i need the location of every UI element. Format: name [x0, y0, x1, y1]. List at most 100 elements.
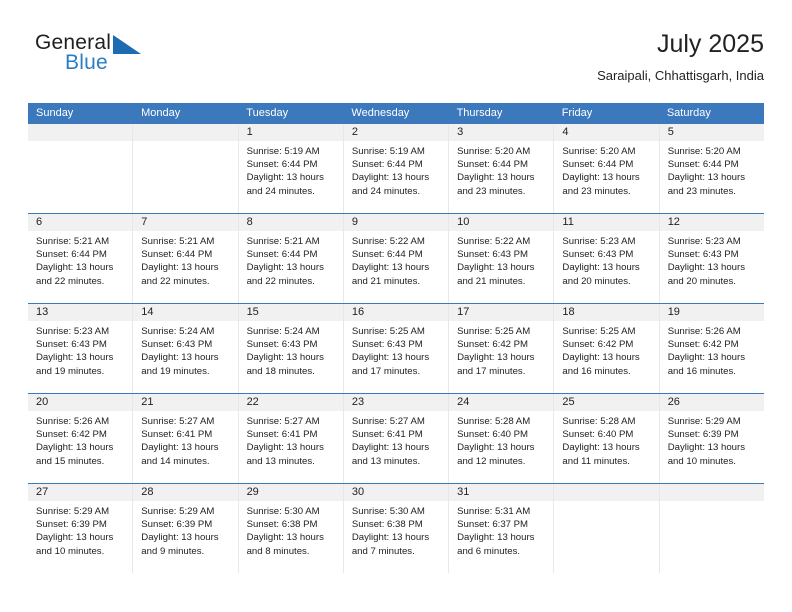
sunset-time: Sunset: 6:43 PM: [562, 249, 634, 261]
calendar-day-cell[interactable]: 7 Sunrise: 5:21 AM Sunset: 6:44 PM Daylight…: [133, 214, 239, 303]
calendar-day-cell[interactable]: 13 Sunrise: 5:23 AM Sunset: 6:43 PM Dayligh…: [28, 304, 134, 393]
daylight-duration-line1: Daylight: 13 hours: [457, 442, 535, 454]
calendar-day-cell[interactable]: 10 Sunrise: 5:22 AM Sunset: 6:43 PM Dayligh…: [449, 214, 555, 303]
calendar-day-cell[interactable]: 21 Sunrise: 5:27 AM Sunset: 6:41 PM Dayligh…: [133, 394, 239, 483]
day-sun-info: Sunrise: 5:25 AM Sunset: 6:43 PM Daylight:…: [344, 321, 448, 378]
sunrise-time: Sunrise: 5:31 AM: [457, 506, 531, 517]
daylight-duration-line2: and 22 minutes.: [141, 275, 210, 287]
daylight-duration-line2: and 17 minutes.: [351, 365, 421, 377]
day-number: 10: [449, 214, 554, 231]
day-number: 9: [343, 214, 449, 231]
calendar-day-cell[interactable]: 2 Sunrise: 5:19 AM Sunset: 6:44 PM Daylight…: [343, 124, 450, 213]
calendar-day-cell-empty[interactable]: [659, 484, 764, 573]
sunset-time: Sunset: 6:43 PM: [141, 339, 213, 351]
day-number: 13: [28, 304, 133, 321]
daylight-duration-line1: Daylight: 13 hours: [667, 442, 746, 454]
calendar-day-cell[interactable]: 24 Sunrise: 5:28 AM Sunset: 6:40 PM Dayligh…: [449, 394, 555, 483]
daylight-duration-line1: Daylight: 13 hours: [36, 532, 114, 544]
calendar-day-cell[interactable]: 29 Sunrise: 5:30 AM Sunset: 6:38 PM Dayligh…: [238, 484, 344, 573]
calendar-day-cell[interactable]: 5 Sunrise: 5:20 AM Sunset: 6:44 PM Daylight…: [659, 124, 764, 213]
calendar-day-cell[interactable]: 28 Sunrise: 5:29 AM Sunset: 6:39 PM Dayligh…: [133, 484, 239, 573]
day-sun-info: Sunrise: 5:20 AM Sunset: 6:44 PM Daylight:…: [660, 141, 764, 198]
sunset-time: Sunset: 6:41 PM: [246, 429, 318, 441]
weekday-header-friday: Friday: [561, 107, 593, 119]
daylight-duration-line2: and 23 minutes.: [457, 185, 526, 197]
sunrise-time: Sunrise: 5:27 AM: [351, 416, 425, 427]
day-sun-info: Sunrise: 5:26 AM Sunset: 6:42 PM Daylight:…: [28, 411, 132, 468]
calendar-day-cell[interactable]: 14 Sunrise: 5:24 AM Sunset: 6:43 PM Dayligh…: [133, 304, 239, 393]
calendar-day-cell[interactable]: 23 Sunrise: 5:27 AM Sunset: 6:41 PM Dayligh…: [343, 394, 450, 483]
calendar-week-row: 1 Sunrise: 5:19 AM Sunset: 6:44 PM Daylight…: [28, 124, 764, 213]
calendar-day-cell[interactable]: 12 Sunrise: 5:23 AM Sunset: 6:43 PM Dayligh…: [659, 214, 764, 303]
sunrise-time: Sunrise: 5:23 AM: [562, 236, 636, 247]
brand-logo[interactable]: General Blue: [35, 32, 175, 88]
calendar-day-cell-empty[interactable]: [133, 124, 239, 213]
daylight-duration-line1: Daylight: 13 hours: [141, 532, 219, 544]
daylight-duration-line2: and 23 minutes.: [562, 185, 631, 197]
calendar-day-cell[interactable]: 4 Sunrise: 5:20 AM Sunset: 6:44 PM Daylight…: [554, 124, 660, 213]
sunset-time: Sunset: 6:40 PM: [457, 429, 529, 441]
daylight-duration-line2: and 22 minutes.: [36, 275, 105, 287]
page-header: General Blue July 2025 Saraipali, Chhatt…: [28, 28, 764, 92]
daylight-duration-line1: Daylight: 13 hours: [562, 442, 640, 454]
calendar-day-cell[interactable]: 30 Sunrise: 5:30 AM Sunset: 6:38 PM Dayligh…: [343, 484, 450, 573]
daylight-duration-line1: Daylight: 13 hours: [351, 442, 430, 454]
day-number: 28: [133, 484, 238, 501]
day-sun-info: Sunrise: 5:20 AM Sunset: 6:44 PM Daylight:…: [554, 141, 658, 198]
calendar-day-cell[interactable]: 16 Sunrise: 5:25 AM Sunset: 6:43 PM Dayligh…: [343, 304, 450, 393]
calendar-day-cell[interactable]: 26 Sunrise: 5:29 AM Sunset: 6:39 PM Dayligh…: [659, 394, 764, 483]
day-number: 19: [659, 304, 764, 321]
calendar-day-cell[interactable]: 27 Sunrise: 5:29 AM Sunset: 6:39 PM Dayligh…: [28, 484, 134, 573]
day-sun-info: Sunrise: 5:29 AM Sunset: 6:39 PM Daylight:…: [660, 411, 764, 468]
weekday-header-thursday: Thursday: [456, 107, 503, 119]
sunset-time: Sunset: 6:40 PM: [562, 429, 634, 441]
day-sun-info: Sunrise: 5:30 AM Sunset: 6:38 PM Daylight:…: [239, 501, 343, 558]
calendar-day-cell[interactable]: 9 Sunrise: 5:22 AM Sunset: 6:44 PM Daylight…: [343, 214, 450, 303]
sunset-time: Sunset: 6:38 PM: [351, 519, 423, 531]
daylight-duration-line1: Daylight: 13 hours: [562, 172, 640, 184]
calendar-day-cell[interactable]: 19 Sunrise: 5:26 AM Sunset: 6:42 PM Dayligh…: [659, 304, 764, 393]
daylight-duration-line2: and 23 minutes.: [667, 185, 736, 197]
daylight-duration-line1: Daylight: 13 hours: [457, 532, 535, 544]
sunrise-time: Sunrise: 5:22 AM: [457, 236, 531, 247]
sunset-time: Sunset: 6:44 PM: [246, 159, 318, 171]
daylight-duration-line1: Daylight: 13 hours: [351, 352, 430, 364]
day-sun-info: Sunrise: 5:21 AM Sunset: 6:44 PM Daylight:…: [28, 231, 132, 288]
calendar-day-cell[interactable]: 3 Sunrise: 5:20 AM Sunset: 6:44 PM Daylight…: [449, 124, 555, 213]
day-sun-info: Sunrise: 5:19 AM Sunset: 6:44 PM Daylight:…: [344, 141, 448, 198]
day-sun-info: Sunrise: 5:27 AM Sunset: 6:41 PM Daylight:…: [239, 411, 343, 468]
calendar-day-cell[interactable]: 6 Sunrise: 5:21 AM Sunset: 6:44 PM Daylight…: [28, 214, 134, 303]
calendar-day-cell-empty[interactable]: [554, 484, 660, 573]
calendar-day-cell-empty[interactable]: [28, 124, 134, 213]
daylight-duration-line2: and 20 minutes.: [667, 275, 736, 287]
weekday-header-sunday: Sunday: [36, 107, 74, 119]
calendar-day-cell[interactable]: 25 Sunrise: 5:28 AM Sunset: 6:40 PM Dayligh…: [554, 394, 660, 483]
calendar-day-cell[interactable]: 18 Sunrise: 5:25 AM Sunset: 6:42 PM Dayligh…: [554, 304, 660, 393]
calendar-day-cell[interactable]: 8 Sunrise: 5:21 AM Sunset: 6:44 PM Daylight…: [238, 214, 344, 303]
calendar-day-cell[interactable]: 15 Sunrise: 5:24 AM Sunset: 6:43 PM Dayligh…: [238, 304, 344, 393]
sunrise-time: Sunrise: 5:25 AM: [351, 326, 425, 337]
day-number: 14: [133, 304, 238, 321]
sunset-time: Sunset: 6:43 PM: [36, 339, 107, 351]
sunrise-time: Sunrise: 5:27 AM: [246, 416, 320, 427]
day-number: [28, 124, 133, 141]
calendar-week-row: 27 Sunrise: 5:29 AM Sunset: 6:39 PM Dayligh…: [28, 483, 764, 573]
calendar-day-cell[interactable]: 1 Sunrise: 5:19 AM Sunset: 6:44 PM Daylight…: [238, 124, 344, 213]
calendar-day-cell[interactable]: 22 Sunrise: 5:27 AM Sunset: 6:41 PM Dayligh…: [238, 394, 344, 483]
calendar-week-row: 6 Sunrise: 5:21 AM Sunset: 6:44 PM Daylight…: [28, 213, 764, 303]
calendar-day-cell[interactable]: 17 Sunrise: 5:25 AM Sunset: 6:42 PM Dayligh…: [449, 304, 555, 393]
sunset-time: Sunset: 6:37 PM: [457, 519, 529, 531]
calendar-day-cell[interactable]: 11 Sunrise: 5:23 AM Sunset: 6:43 PM Dayligh…: [554, 214, 660, 303]
calendar-weeks: 1 Sunrise: 5:19 AM Sunset: 6:44 PM Daylight…: [28, 124, 764, 573]
day-number: 30: [343, 484, 449, 501]
calendar-day-cell[interactable]: 31 Sunrise: 5:31 AM Sunset: 6:37 PM Dayligh…: [449, 484, 555, 573]
day-number: 3: [449, 124, 554, 141]
sunset-time: Sunset: 6:44 PM: [36, 249, 107, 261]
calendar-day-cell[interactable]: 20 Sunrise: 5:26 AM Sunset: 6:42 PM Dayligh…: [28, 394, 134, 483]
sunset-time: Sunset: 6:43 PM: [246, 339, 318, 351]
daylight-duration-line1: Daylight: 13 hours: [562, 352, 640, 364]
sunrise-time: Sunrise: 5:21 AM: [141, 236, 215, 247]
day-number: 1: [238, 124, 343, 141]
day-sun-info: Sunrise: 5:29 AM Sunset: 6:39 PM Daylight:…: [28, 501, 132, 558]
day-sun-info: Sunrise: 5:23 AM Sunset: 6:43 PM Daylight:…: [660, 231, 764, 288]
